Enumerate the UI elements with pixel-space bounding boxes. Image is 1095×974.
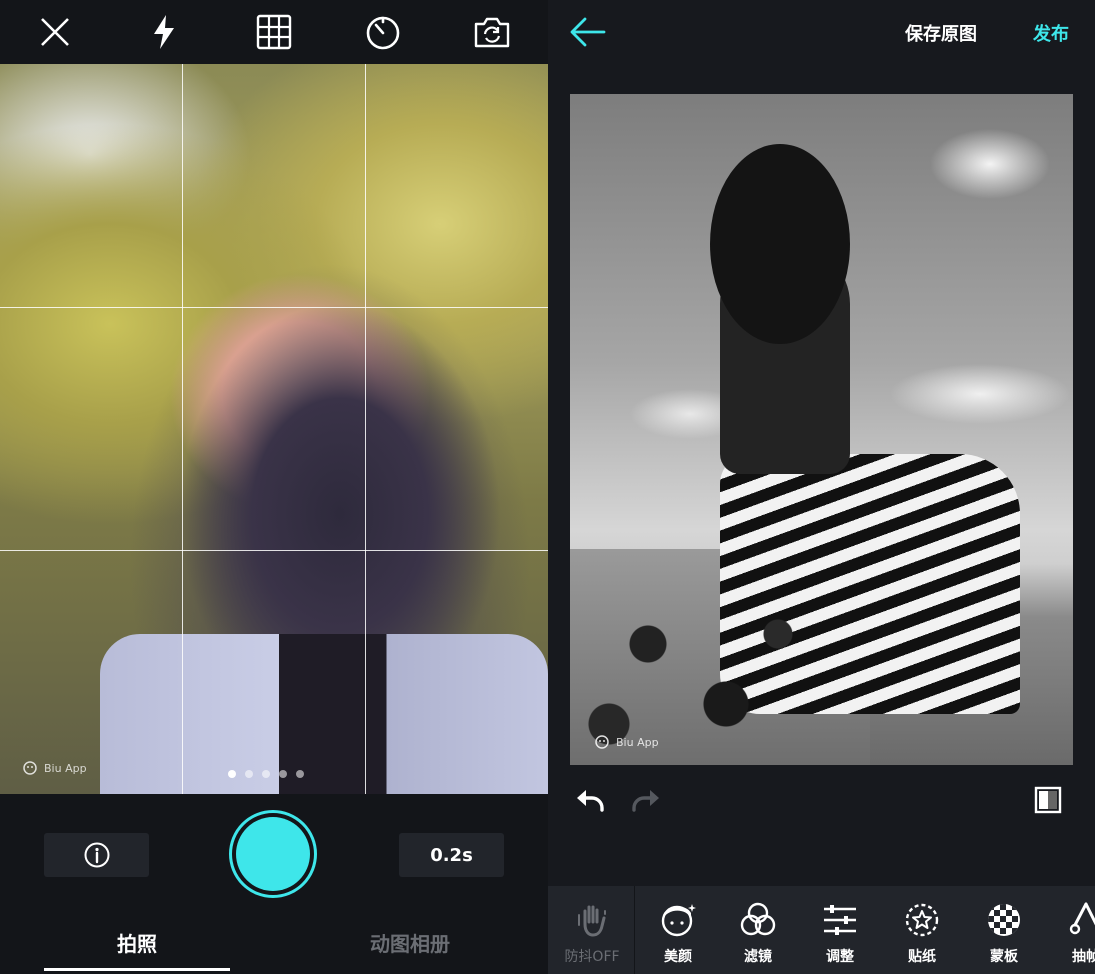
save-original-button[interactable]: 保存原图 xyxy=(905,20,977,46)
tool-stabilize[interactable]: 防抖OFF xyxy=(550,886,634,974)
undo-icon xyxy=(577,790,604,812)
watermark: Biu App xyxy=(22,760,87,776)
duration-button[interactable]: 0.2s xyxy=(399,833,504,877)
hand-icon xyxy=(572,900,612,940)
page-dot[interactable] xyxy=(245,770,253,778)
shutter-core xyxy=(236,817,310,891)
page-indicator xyxy=(228,770,304,778)
filter-icon xyxy=(738,900,778,940)
sticker-icon xyxy=(902,900,942,940)
compare-icon xyxy=(1034,786,1062,814)
camera-top-bar xyxy=(0,0,548,64)
watermark-text: Biu App xyxy=(616,735,659,749)
grid-icon[interactable] xyxy=(254,12,294,52)
tool-adjust[interactable]: 调整 xyxy=(798,886,882,974)
biu-logo-icon xyxy=(23,761,37,775)
camera-panel: Biu App 0.2s 拍照 动图相册 xyxy=(0,0,548,974)
compare-button[interactable] xyxy=(1034,786,1062,814)
close-icon[interactable] xyxy=(35,12,75,52)
grid-line xyxy=(365,64,366,794)
tool-beauty[interactable]: 美颜 xyxy=(636,886,720,974)
page-dot[interactable] xyxy=(262,770,270,778)
edit-toolbar: 防抖OFF 美颜 滤镜 调整 贴纸 蒙板 抽帧 xyxy=(548,886,1095,974)
watermark: Biu App xyxy=(594,734,659,750)
tool-label: 蒙板 xyxy=(990,949,1018,965)
tool-label: 防抖OFF xyxy=(564,949,620,965)
viewfinder-subject xyxy=(100,634,548,794)
edited-photo: Biu App xyxy=(570,94,1073,765)
grid-line xyxy=(0,550,548,551)
shutter-button[interactable] xyxy=(229,810,317,898)
tool-frames[interactable]: 抽帧 xyxy=(1044,886,1095,974)
tool-mask[interactable]: 蒙板 xyxy=(962,886,1046,974)
face-icon xyxy=(658,900,698,940)
tool-label: 贴纸 xyxy=(908,949,936,965)
grid-line xyxy=(182,64,183,794)
photo-hair xyxy=(710,144,850,344)
frame-icon xyxy=(1066,900,1095,940)
redo-button[interactable] xyxy=(630,786,662,814)
info-button[interactable] xyxy=(44,833,149,877)
sliders-icon xyxy=(820,900,860,940)
tool-filter[interactable]: 滤镜 xyxy=(716,886,800,974)
tool-label: 滤镜 xyxy=(744,949,772,965)
biu-logo-icon xyxy=(595,735,609,749)
back-button[interactable] xyxy=(568,14,608,50)
page-dot[interactable] xyxy=(228,770,236,778)
mask-icon xyxy=(984,900,1024,940)
toolbar-divider xyxy=(634,886,635,974)
switch-camera-icon[interactable] xyxy=(472,12,512,52)
tool-sticker[interactable]: 贴纸 xyxy=(880,886,964,974)
active-tab-indicator xyxy=(44,968,230,971)
tab-photo[interactable]: 拍照 xyxy=(44,928,230,972)
tab-gif-album[interactable]: 动图相册 xyxy=(320,928,500,972)
grid-line xyxy=(0,307,548,308)
timer-icon[interactable] xyxy=(363,12,403,52)
tool-label: 美颜 xyxy=(664,949,692,965)
info-icon xyxy=(84,842,109,868)
tool-label: 调整 xyxy=(826,949,854,965)
flash-icon[interactable] xyxy=(144,12,184,52)
arrow-left-icon xyxy=(570,17,606,47)
publish-button[interactable]: 发布 xyxy=(1033,20,1069,46)
watermark-text: Biu App xyxy=(44,761,87,775)
tool-label: 抽帧 xyxy=(1072,949,1095,965)
camera-viewfinder[interactable]: Biu App xyxy=(0,64,548,794)
redo-icon xyxy=(632,790,659,812)
page-dot[interactable] xyxy=(279,770,287,778)
page-dot[interactable] xyxy=(296,770,304,778)
undo-button[interactable] xyxy=(574,786,606,814)
